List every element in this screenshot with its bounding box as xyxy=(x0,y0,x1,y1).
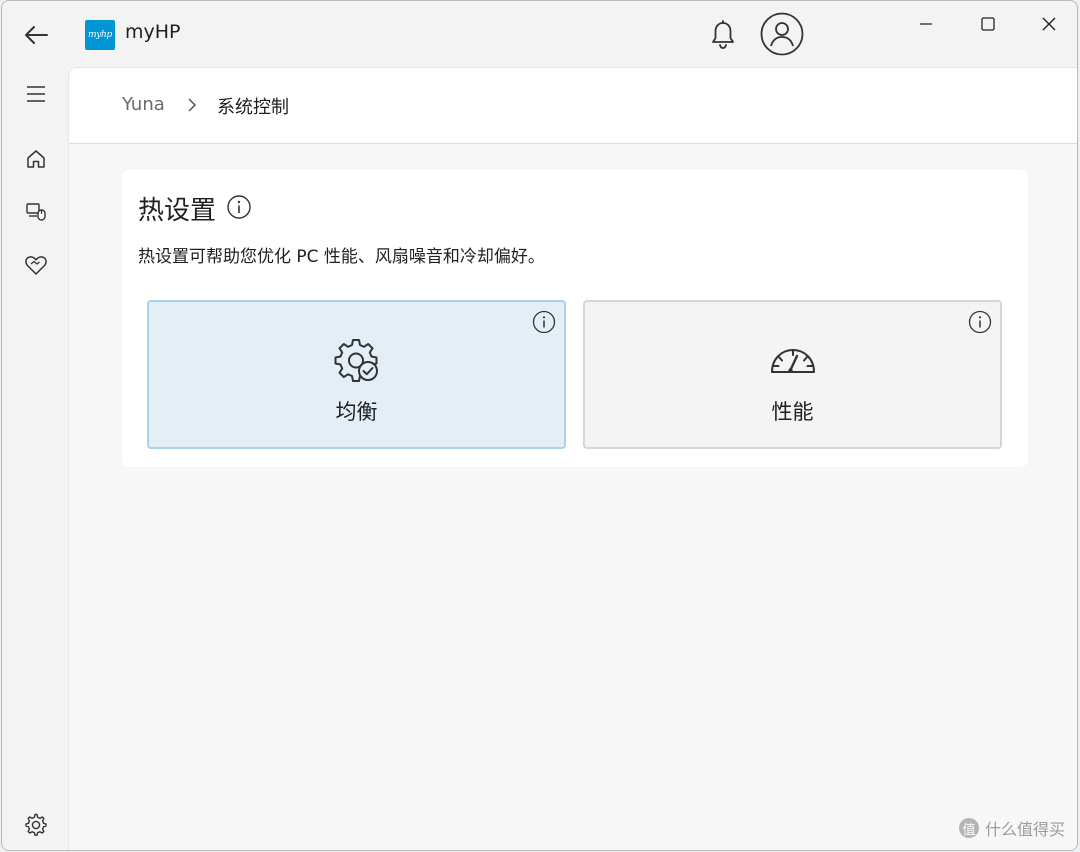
arrow-left-icon xyxy=(25,26,48,44)
sidebar-item-settings[interactable] xyxy=(19,808,53,842)
performance-info-button[interactable] xyxy=(968,310,992,334)
sidebar-item-menu[interactable] xyxy=(19,77,53,111)
watermark-text: 什么值得买 xyxy=(984,820,1065,839)
app-title: myHP xyxy=(125,21,181,43)
app-window: myhp myHP Yuna 系统控制 热设置 热设置可帮助您优化 PC 性能、… xyxy=(1,0,1078,851)
info-icon xyxy=(968,310,992,334)
back-button[interactable] xyxy=(20,19,52,51)
app-logo: myhp xyxy=(85,20,115,50)
maximize-icon xyxy=(981,17,995,31)
account-button[interactable] xyxy=(759,11,805,57)
minimize-button[interactable] xyxy=(906,9,946,39)
thermal-mode-performance[interactable]: 性能 xyxy=(583,300,1002,449)
devices-icon xyxy=(26,203,46,221)
breadcrumb-current: 系统控制 xyxy=(217,97,289,118)
home-icon xyxy=(27,150,45,168)
breadcrumb: Yuna 系统控制 xyxy=(69,68,1077,144)
bell-icon xyxy=(712,20,734,49)
chevron-right-icon xyxy=(188,98,197,112)
maximize-button[interactable] xyxy=(968,9,1008,39)
sidebar-item-home[interactable] xyxy=(19,142,53,176)
performance-label: 性能 xyxy=(771,400,814,424)
breadcrumb-root-link[interactable]: Yuna xyxy=(122,94,165,115)
thermal-info-button[interactable] xyxy=(226,194,252,220)
sidebar xyxy=(2,67,68,850)
speedometer-icon xyxy=(769,336,817,384)
user-circle-icon xyxy=(760,12,804,56)
gear-check-icon xyxy=(333,336,381,384)
minimize-icon xyxy=(920,23,932,25)
thermal-settings-card: 热设置 热设置可帮助您优化 PC 性能、风扇噪音和冷却偏好。 均衡 性能 xyxy=(122,170,1028,467)
close-button[interactable] xyxy=(1029,9,1069,39)
balanced-info-button[interactable] xyxy=(532,310,556,334)
watermark: 值 什么值得买 xyxy=(958,816,1065,840)
hamburger-menu-icon xyxy=(27,86,45,102)
info-icon xyxy=(532,310,556,334)
thermal-mode-balanced[interactable]: 均衡 xyxy=(147,300,566,449)
close-icon xyxy=(1042,17,1056,31)
info-icon xyxy=(227,195,251,219)
gear-icon xyxy=(25,813,47,836)
notifications-button[interactable] xyxy=(708,18,738,52)
sidebar-item-devices[interactable] xyxy=(19,195,53,229)
title-bar: myhp myHP xyxy=(2,1,1077,67)
support-heart-icon xyxy=(25,256,47,275)
main-content: Yuna 系统控制 热设置 热设置可帮助您优化 PC 性能、风扇噪音和冷却偏好。 xyxy=(68,67,1077,850)
balanced-label: 均衡 xyxy=(335,400,378,424)
thermal-settings-title: 热设置 xyxy=(138,196,217,226)
thermal-settings-description: 热设置可帮助您优化 PC 性能、风扇噪音和冷却偏好。 xyxy=(138,247,545,267)
sidebar-item-support[interactable] xyxy=(19,248,53,282)
watermark-badge: 值 xyxy=(958,818,979,838)
